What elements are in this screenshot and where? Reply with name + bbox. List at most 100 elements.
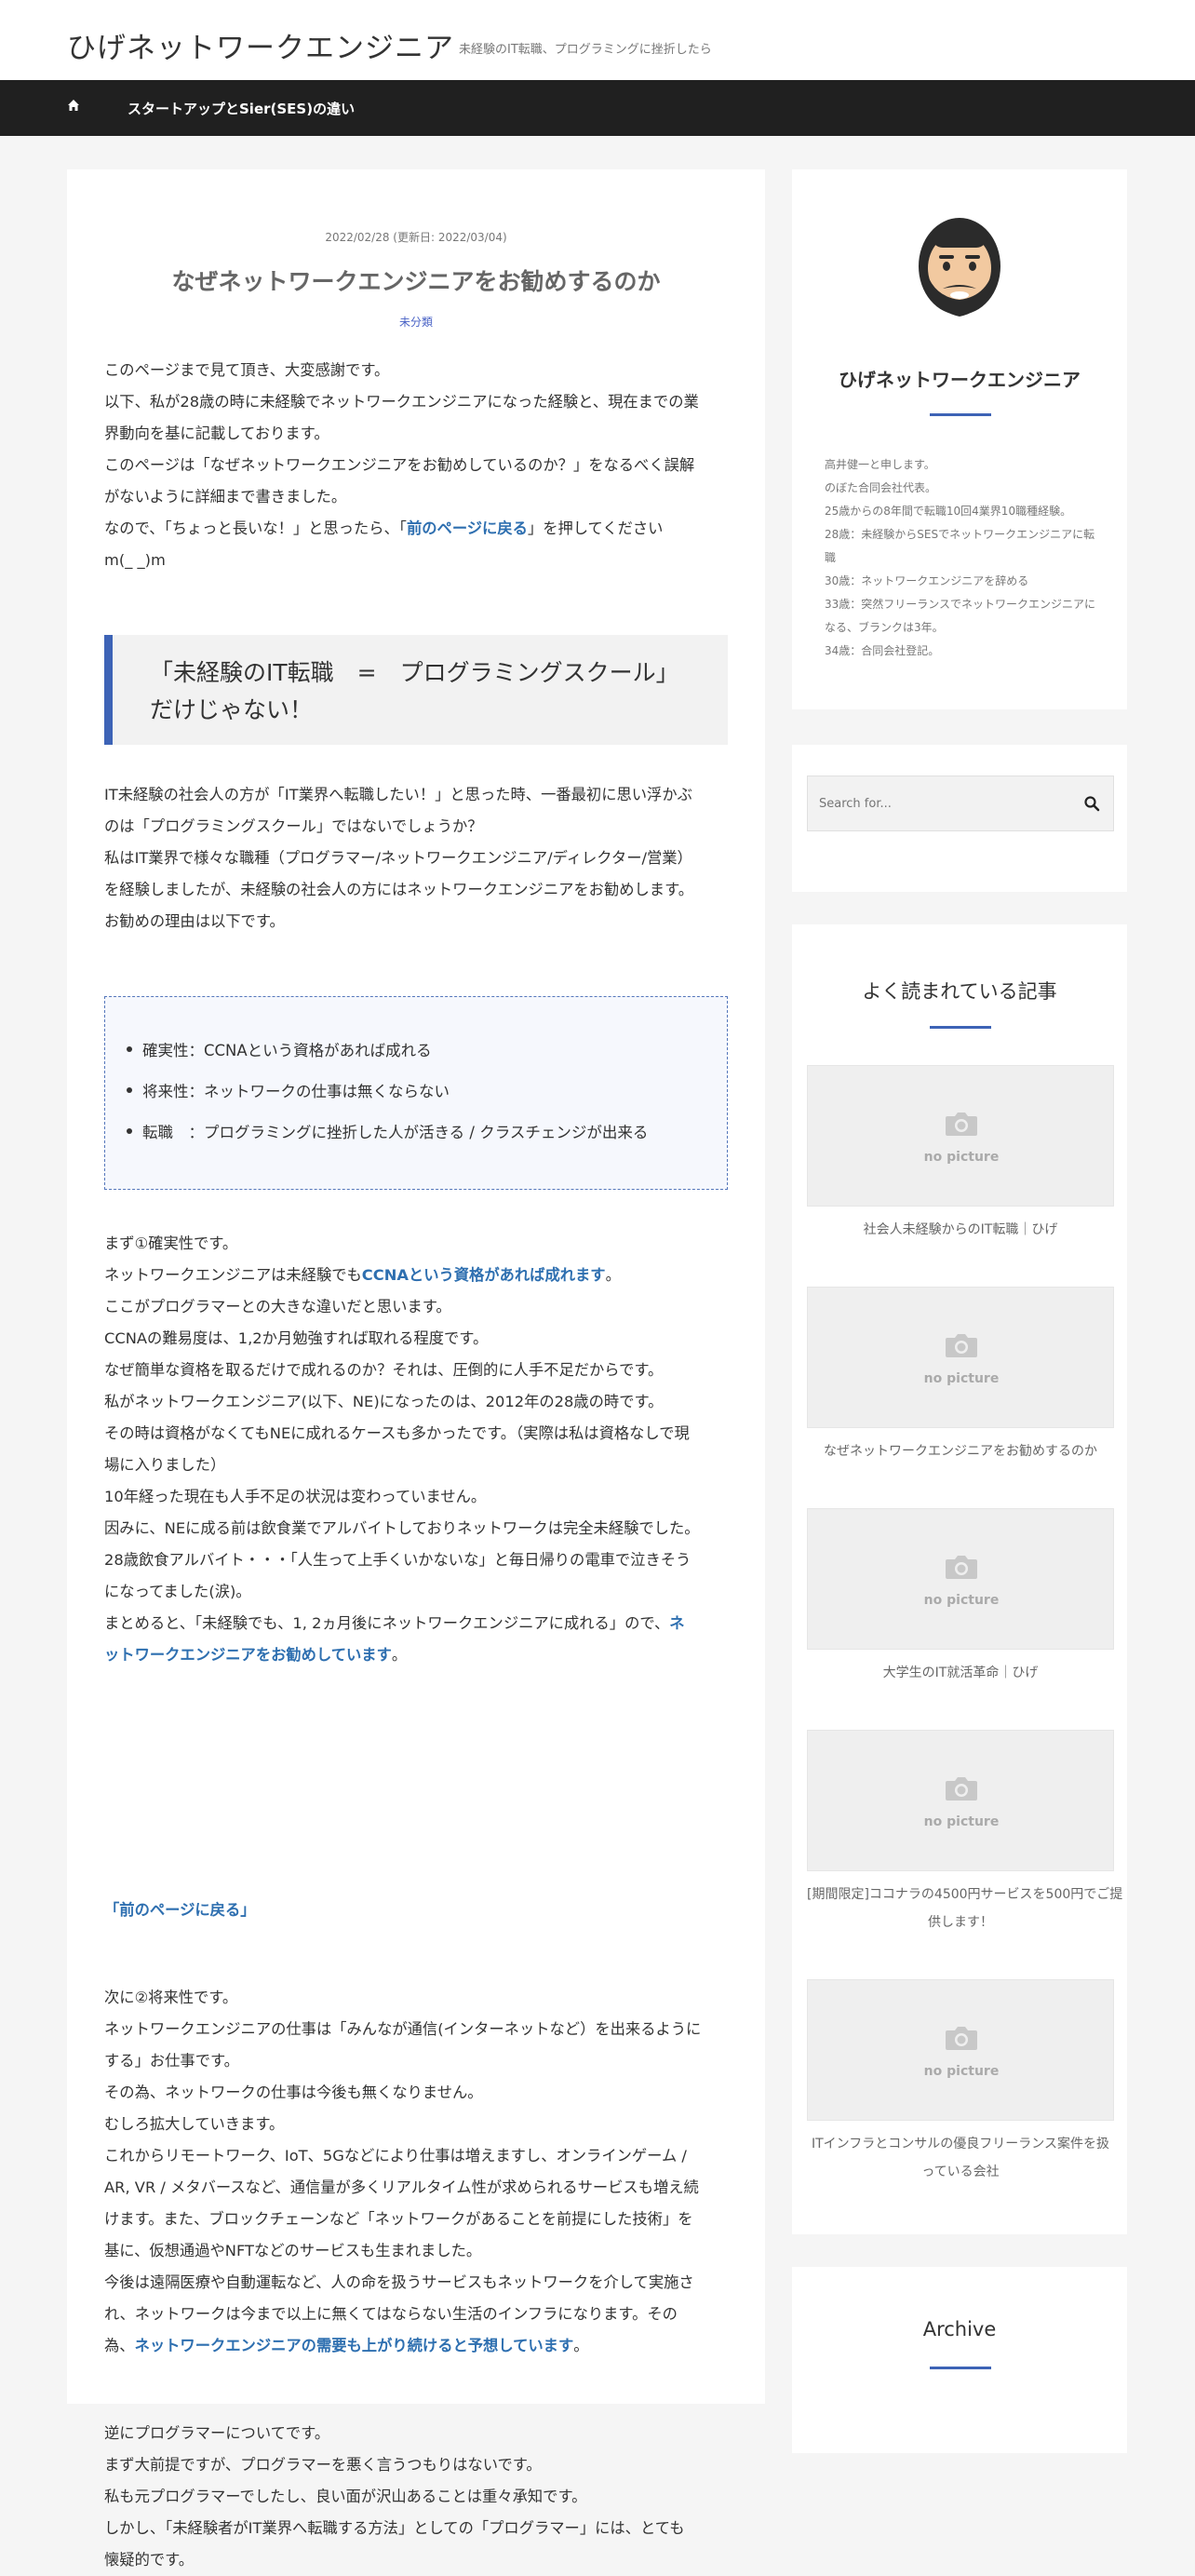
- post-title-line: ITインフラとコンサルの優良フリーランス案件を扱: [812, 2137, 1109, 2151]
- text-line: 私も元プログラマーでしたし、良い面が沢山あることは重々承知です。: [104, 2488, 587, 2505]
- text-line: 為、ネットワークエンジニアの需要も上がり続けると予想しています。: [104, 2330, 728, 2362]
- text-line: ネットワークエンジニアの仕事は「みんなが通信(インターネットなど）を出来るように: [104, 2020, 702, 2038]
- back-to-previous-link[interactable]: 前のページに戻る: [407, 519, 528, 537]
- text-line: 次に②将来性です。: [104, 1989, 238, 2006]
- text-line: なぜ簡単な資格を取るだけで成れるのか？それは、圧倒的に人手不足だからです。: [104, 1361, 664, 1379]
- popular-post-link[interactable]: なぜネットワークエンジニアをお勧めするのか: [807, 1437, 1114, 1465]
- text-line: これからリモートワーク、IoT、5Gなどにより仕事は増えますし、オンラインゲーム…: [104, 2147, 687, 2165]
- post-title-line: [期間限定]ココナラの4500円サービスを500円でご提: [807, 1887, 1123, 1902]
- bio-line: 30歳：ネットワークエンジニアを辞める: [825, 574, 1029, 587]
- no-picture-label: no picture: [923, 2064, 1000, 2079]
- post-title-line: なぜネットワークエンジニアをお勧めするのか: [824, 1444, 1097, 1459]
- recommend-highlight-link[interactable]: ネ: [669, 1614, 684, 1632]
- post-thumbnail[interactable]: no picture: [807, 1730, 1114, 1871]
- popular-post-link[interactable]: 大学生のIT就活革命｜ひげ: [807, 1659, 1114, 1687]
- heading-line: 「未経験のIT転職 = プログラミングスクール」: [150, 659, 679, 686]
- text-line: お勧めの理由は以下です。: [104, 912, 285, 930]
- text-line: m(_ _)m: [104, 551, 166, 569]
- text-line: 界動向を基に記載しております。: [104, 425, 329, 442]
- post-thumbnail[interactable]: no picture: [807, 1065, 1114, 1207]
- post-thumbnail[interactable]: no picture: [807, 1979, 1114, 2121]
- search-box: [807, 775, 1114, 831]
- popular-post-link[interactable]: 社会人未経験からのIT転職｜ひげ: [807, 1216, 1114, 1244]
- text-line: むしろ拡大していきます。: [104, 2115, 285, 2133]
- intro-paragraph: このページまで見て頂き、大変感謝です。 以下、私が28歳の時に未経験でネットワー…: [104, 355, 728, 576]
- future-paragraph: 次に②将来性です。 ネットワークエンジニアの仕事は「みんなが通信(インターネット…: [104, 1982, 728, 2362]
- text-line: AR, VR / メタバースなど、通信量が多くリアルタイム性が求められるサービス…: [104, 2178, 699, 2196]
- bio-line: 34歳：合同会社登記。: [825, 644, 940, 657]
- text-line: IT未経験の社会人の方が「IT業界へ転職したい！」と思った時、一番最初に思い浮か…: [104, 786, 692, 803]
- text-segment: 」: [240, 1901, 256, 1919]
- text-segment: 。: [605, 1266, 621, 1284]
- text-line: を経験しましたが、未経験の社会人の方にはネットワークエンジニアをお勧めします。: [104, 881, 694, 898]
- profile-name: ひげネットワークエンジニア: [839, 369, 1081, 391]
- text-segment: なので、「ちょっと長いな！」と思ったら、「: [104, 519, 407, 537]
- text-segment: 。: [391, 1646, 408, 1664]
- text-line: しかし、「未経験者がIT業界へ転職する方法」としての「プログラマー」には、とても: [104, 2519, 685, 2537]
- bio-line: なる、ブランクは3年。: [825, 621, 944, 634]
- no-picture-label: no picture: [923, 1150, 1000, 1165]
- back-link-line: 「前のページに戻る」: [104, 1895, 728, 1926]
- search-icon[interactable]: [1083, 795, 1100, 812]
- text-line: 以下、私が28歳の時に未経験でネットワークエンジニアになった経験と、現在までの業: [104, 393, 699, 411]
- bio-line: 25歳からの8年間で転職10回4業界10職種経験。: [825, 505, 1072, 518]
- text-line: 因みに、NEに成る前は飲食業でアルバイトしておりネットワークは完全未経験でした。: [104, 1519, 700, 1537]
- search-input[interactable]: [808, 776, 1068, 830]
- site-tagline: 未経験のIT転職、プログラミングに挫折したら: [459, 43, 712, 57]
- text-line: その為、ネットワークの仕事は今後も無くなりません。: [104, 2084, 483, 2101]
- list-item: 確実性：CCNAという資格があれば成れる: [127, 1038, 432, 1060]
- reasons-intro-paragraph: IT未経験の社会人の方が「IT業界へ転職したい！」と思った時、一番最初に思い浮か…: [104, 779, 728, 937]
- text-line: 基に、仮想通過やNFTなどのサービスも生まれました。: [104, 2242, 482, 2259]
- text-segment: 「: [104, 1901, 120, 1919]
- text-line: まとめると、「未経験でも、1, 2ヵ月後にネットワークエンジニアに成れる」ので、…: [104, 1608, 728, 1639]
- popular-posts-title: よく読まれている記事: [862, 980, 1057, 1003]
- post-category[interactable]: 未分類: [67, 314, 765, 330]
- text-line: 私はIT業界で様々な職種（プログラマー/ネットワークエンジニア/ディレクター/営…: [104, 849, 692, 867]
- text-line: がないように詳細まで書きました。: [104, 488, 347, 506]
- popular-post-link[interactable]: [期間限定]ココナラの4500円サービスを500円でご提 供します！: [807, 1881, 1123, 1936]
- camera-icon: [946, 1334, 977, 1357]
- profile-card: ひげネットワークエンジニア 高井健一と申します。 のぼた合同会社代表。 25歳か…: [792, 169, 1127, 709]
- text-line: このページまで見て頂き、大変感謝です。: [104, 361, 390, 379]
- popular-post-link[interactable]: ITインフラとコンサルの優良フリーランス案件を扱 っている会社: [807, 2130, 1114, 2186]
- title-underline: [930, 1026, 991, 1029]
- text-line: その時は資格がなくてもNEに成れるケースも多かったです。（実際は私は資格なしで現: [104, 1424, 690, 1442]
- text-line: まず①確実性です。: [104, 1234, 238, 1252]
- nav-item-startup-vs-sier[interactable]: スタートアップとSier(SES)の違い: [128, 99, 355, 118]
- post-title: なぜネットワークエンジニアをお勧めするのか: [171, 268, 661, 295]
- text-line: CCNAの難易度は、1,2か月勉強すれば取れる程度です。: [104, 1329, 489, 1347]
- text-line: ここがプログラマーとの大きな違いだと思います。: [104, 1298, 451, 1315]
- post-thumbnail[interactable]: no picture: [807, 1508, 1114, 1650]
- text-line: まず大前提ですが、プログラマーを悪く言うつもりはないです。: [104, 2456, 542, 2474]
- text-line: になってました(涙)。: [104, 1583, 251, 1600]
- home-icon[interactable]: [67, 99, 80, 112]
- text-segment: ネットワークエンジニアは未経験でも: [104, 1266, 362, 1284]
- text-line: ットワークエンジニアをお勧めしています。: [104, 1639, 728, 1671]
- archive-title: Archive: [922, 2318, 997, 2340]
- certainty-paragraph: まず①確実性です。 ネットワークエンジニアは未経験でもCCNAという資格があれば…: [104, 1228, 728, 1671]
- text-segment: 。: [573, 2337, 589, 2354]
- title-underline: [930, 2367, 991, 2369]
- archive-card: Archive: [792, 2267, 1127, 2453]
- back-to-previous-link[interactable]: 前のページに戻る: [119, 1901, 240, 1919]
- text-line: 10年経った現在も人手不足の状況は変わっていません。: [104, 1488, 487, 1505]
- site-title[interactable]: ひげネットワークエンジニア: [67, 24, 454, 66]
- text-segment: 」を押してください: [527, 519, 664, 537]
- recommend-highlight-link[interactable]: ットワークエンジニアをお勧めしています: [104, 1646, 392, 1664]
- post-title-line: 大学生のIT就活革命｜ひげ: [882, 1666, 1039, 1680]
- text-line: のは「プログラミングスクール」ではないでしょうか？: [104, 817, 483, 835]
- text-segment: まとめると、「未経験でも、1, 2ヵ月後にネットワークエンジニアに成れる」ので、: [104, 1614, 670, 1632]
- text-line: 今後は遠隔医療や自動運転など、人の命を扱うサービスもネットワークを介して実施さ: [104, 2273, 694, 2291]
- bio-line: のぼた合同会社代表。: [825, 481, 937, 494]
- text-line: れ、ネットワークは今まで以上に無くてはならない生活のインフラになります。その: [104, 2305, 678, 2323]
- text-segment: 為、: [104, 2337, 135, 2354]
- ccna-highlight-link[interactable]: CCNAという資格があれば成れます: [362, 1266, 606, 1284]
- post-title-line: 社会人未経験からのIT転職｜ひげ: [863, 1222, 1058, 1237]
- demand-highlight-link[interactable]: ネットワークエンジニアの需要も上がり続けると予想しています: [135, 2337, 574, 2354]
- programmer-paragraph: 逆にプログラマーについてです。 まず大前提ですが、プログラマーを悪く言うつもりは…: [104, 2418, 728, 2576]
- bio-line: 28歳：未経験からSESでネットワークエンジニアに転: [825, 528, 1095, 541]
- section-heading: 「未経験のIT転職 = プログラミングスクール」 だけじゃない！: [104, 635, 728, 745]
- camera-icon: [946, 2027, 977, 2050]
- article-card: 2022/02/28 (更新日: 2022/03/04) なぜネットワークエンジ…: [67, 169, 765, 2569]
- post-thumbnail[interactable]: no picture: [807, 1287, 1114, 1428]
